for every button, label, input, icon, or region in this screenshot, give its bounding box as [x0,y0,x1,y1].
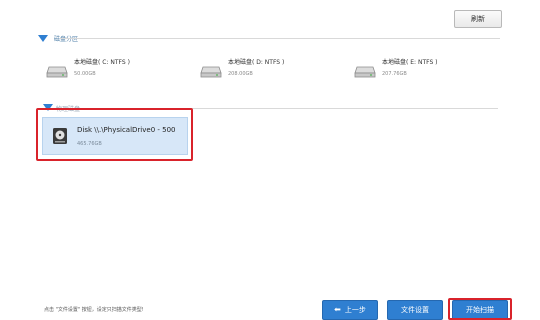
physical-disk-highlight [36,108,193,161]
start-scan-highlight [448,298,512,320]
back-button-label: 上一步 [344,306,366,314]
partition-name: 本地磁盘( C: NTFS ) [74,59,130,66]
collapse-triangle-icon[interactable] [38,34,48,42]
section-divider [60,38,500,39]
hard-drive-icon [46,66,68,78]
partition-item-c[interactable]: 本地磁盘( C: NTFS ) 50.00GB [46,58,130,88]
back-button[interactable]: ⬅ 上一步 [322,300,378,320]
hard-drive-icon [354,66,376,78]
partition-item-d[interactable]: 本地磁盘( D: NTFS ) 208.00GB [200,58,284,88]
refresh-button[interactable]: 刷新 [454,10,502,28]
partition-item-e[interactable]: 本地磁盘( E: NTFS ) 207.76GB [354,58,438,88]
partition-size: 208.00GB [228,71,253,77]
footer-hint: 点击 "文件设置" 按钮，设定只扫描文件类型! [44,307,144,313]
hard-drive-icon [200,66,222,78]
file-settings-button[interactable]: 文件设置 [387,300,443,320]
partition-size: 50.00GB [74,71,96,77]
partition-size: 207.76GB [382,71,407,77]
partition-name: 本地磁盘( E: NTFS ) [382,59,438,66]
partition-name: 本地磁盘( D: NTFS ) [228,59,285,66]
back-arrow-icon: ⬅ [334,305,341,314]
